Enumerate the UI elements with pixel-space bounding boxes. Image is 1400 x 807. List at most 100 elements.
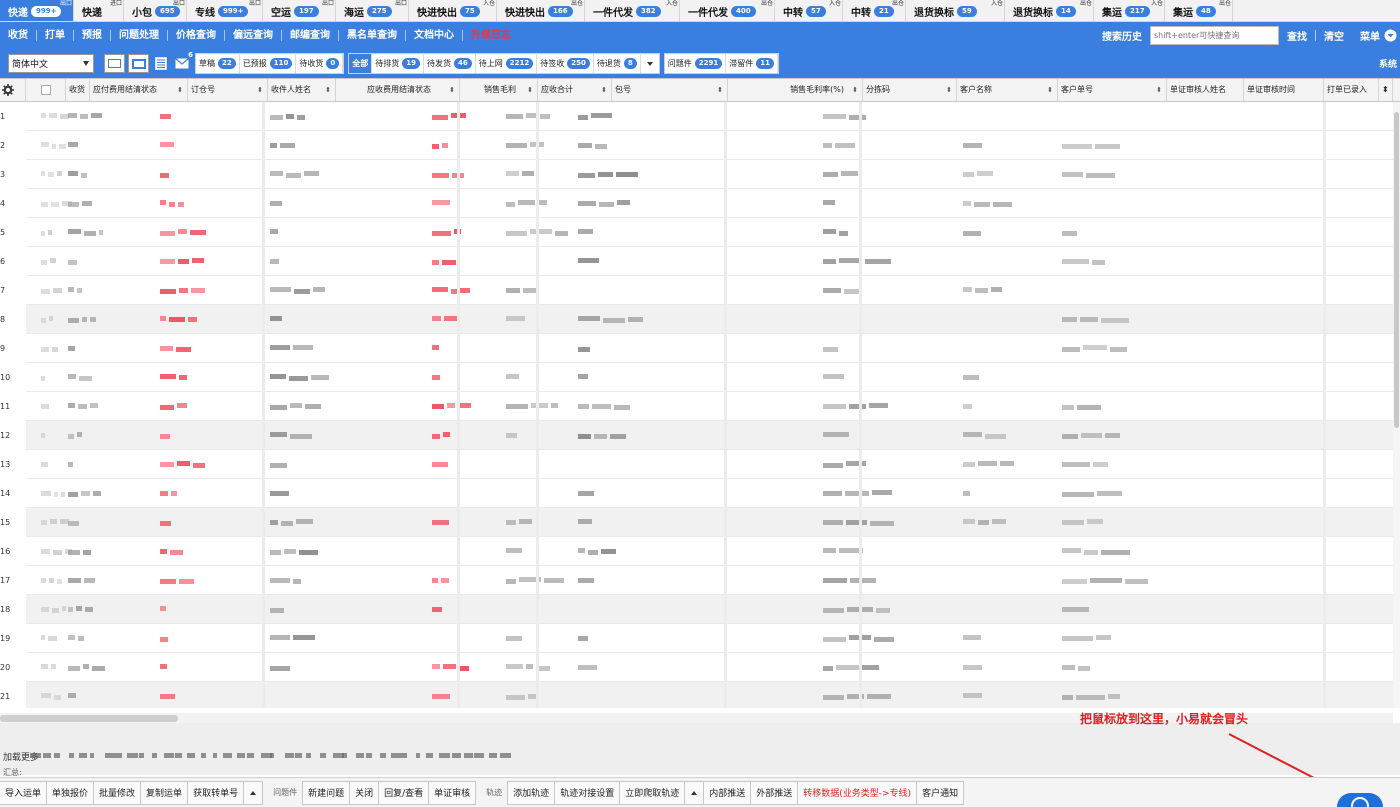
column-header-10[interactable]: 分拣码 ⬍: [863, 79, 957, 101]
column-header-7[interactable]: 应收合计 ⬍: [538, 79, 612, 101]
toolbar-button-group3-1[interactable]: 添加轨迹: [507, 780, 556, 805]
filter-flow_group-6[interactable]: 待退货 8: [594, 54, 641, 73]
table-row[interactable]: 15: [0, 508, 1393, 537]
system-link[interactable]: 系统: [1379, 57, 1397, 70]
table-row[interactable]: 17: [0, 566, 1393, 595]
filter-status_group-1[interactable]: 草稿 22: [196, 54, 240, 73]
column-header-1[interactable]: 收货: [66, 79, 90, 101]
toolbar-button-group1-3[interactable]: 批量修改: [93, 780, 142, 805]
toolbar-button-group1-2[interactable]: 单独报价: [46, 780, 95, 805]
column-header-2[interactable]: 应付费用结清状态 ⬍: [90, 79, 188, 101]
column-header-6[interactable]: 销售毛利 ⬍: [460, 79, 538, 101]
tab-16[interactable]: 集运 48 出仓: [1165, 0, 1233, 21]
table-row[interactable]: 14: [0, 479, 1393, 508]
toolbar-button-group1-1[interactable]: 导入运单: [0, 780, 48, 805]
tab-15[interactable]: 集运 217 入仓: [1094, 0, 1165, 21]
vertical-scrollbar[interactable]: [1393, 102, 1400, 708]
toolbar-more-button[interactable]: [684, 780, 705, 805]
menu-button[interactable]: 菜单: [1360, 28, 1397, 43]
table-row[interactable]: 10: [0, 363, 1393, 392]
search-history-link[interactable]: 搜索历史: [1102, 28, 1142, 43]
toolbar-button-group4-2[interactable]: 外部推送: [750, 780, 799, 805]
toolbar-button-group1-4[interactable]: 复制运单: [140, 780, 189, 805]
table-row[interactable]: 13: [0, 450, 1393, 479]
table-row[interactable]: 4: [0, 189, 1393, 218]
column-header-14[interactable]: 单证审核时间: [1244, 79, 1324, 101]
toolbar-button-group2-2[interactable]: 关闭: [349, 780, 380, 805]
nav-item-1[interactable]: 收货: [0, 30, 37, 41]
list-view-button[interactable]: [152, 54, 170, 73]
table-row[interactable]: 3: [0, 160, 1393, 189]
table-row[interactable]: 9: [0, 334, 1393, 363]
help-assistant-button[interactable]: [1337, 793, 1383, 807]
tab-12[interactable]: 中转 21 出仓: [843, 0, 906, 21]
toolbar-button-group4-1[interactable]: 内部推送: [703, 780, 752, 805]
table-row[interactable]: 18: [0, 595, 1393, 624]
find-button[interactable]: 查找: [1287, 28, 1307, 43]
filter-flow_group-1[interactable]: 全部: [349, 54, 373, 73]
table-row[interactable]: 21: [0, 682, 1393, 708]
language-select[interactable]: 简体中文: [8, 54, 94, 73]
filter-flow_group-4[interactable]: 待上网 2212: [476, 54, 538, 73]
column-header-9[interactable]: 销售毛利率(%) ⬍: [728, 79, 863, 101]
table-row[interactable]: 5: [0, 218, 1393, 247]
column-header-12[interactable]: 客户单号 ⬍: [1058, 79, 1167, 101]
nav-item-10[interactable]: 升级日志: [463, 30, 519, 41]
full-view-button[interactable]: [128, 54, 149, 73]
quick-search-input[interactable]: [1150, 26, 1279, 45]
tab-1[interactable]: 快递 999+ 出口: [0, 0, 74, 21]
toolbar-button-group2-4[interactable]: 单证审核: [428, 780, 477, 805]
tab-7[interactable]: 快进快出 75 入仓: [409, 0, 497, 21]
filter-flow_group-3[interactable]: 待发货 46: [424, 54, 476, 73]
column-header-15[interactable]: 打单已录入: [1324, 79, 1379, 101]
table-row[interactable]: 19: [0, 624, 1393, 653]
table-row[interactable]: 12: [0, 421, 1393, 450]
nav-item-3[interactable]: 预报: [74, 30, 111, 41]
scroll-thumb[interactable]: [1394, 112, 1399, 428]
toolbar-button-group3-2[interactable]: 轨迹对接设置: [554, 780, 621, 805]
nav-item-5[interactable]: 价格查询: [168, 30, 225, 41]
nav-item-6[interactable]: 偏远查询: [225, 30, 282, 41]
toolbar-button-group1-5[interactable]: 获取转单号: [187, 780, 245, 805]
table-row[interactable]: 11: [0, 392, 1393, 421]
table-row[interactable]: 1: [0, 102, 1393, 131]
column-header-3[interactable]: 订仓号 ⬍: [188, 79, 268, 101]
filter-flow_group-2[interactable]: 待排货 19: [372, 54, 424, 73]
table-row[interactable]: 8: [0, 305, 1393, 334]
nav-item-9[interactable]: 文档中心: [406, 30, 463, 41]
toolbar-button-group3-3[interactable]: 立即爬取轨迹: [619, 780, 686, 805]
table-row[interactable]: 6: [0, 247, 1393, 276]
column-pin-button[interactable]: ⬍: [1379, 79, 1393, 101]
filter-issue_group-2[interactable]: 滞留件 11: [726, 54, 778, 73]
mail-button[interactable]: 6: [173, 51, 193, 73]
column-header-11[interactable]: 客户名称 ⬍: [957, 79, 1058, 101]
nav-item-8[interactable]: 黑名单查询: [339, 30, 406, 41]
filter-flow_group-5[interactable]: 待签收 250: [537, 54, 594, 73]
split-view-button[interactable]: [104, 54, 125, 73]
table-row[interactable]: 20: [0, 653, 1393, 682]
tab-11[interactable]: 中转 57 入仓: [775, 0, 843, 21]
tab-2[interactable]: 快递 进口: [74, 0, 124, 21]
select-all-cell[interactable]: [26, 79, 66, 101]
table-row[interactable]: 7: [0, 276, 1393, 305]
filter-status_group-3[interactable]: 待收货 0: [296, 54, 344, 73]
toolbar-button-group2-1[interactable]: 新建问题: [302, 780, 351, 805]
tab-10[interactable]: 一件代发 400 出仓: [680, 0, 775, 21]
tab-14[interactable]: 退货换标 14 出仓: [1005, 0, 1094, 21]
tab-9[interactable]: 一件代发 382 入仓: [585, 0, 680, 21]
tab-4[interactable]: 专线 999+ 出口: [187, 0, 263, 21]
column-header-5[interactable]: 应收费用结清状态 ⬍: [336, 79, 460, 101]
nav-item-7[interactable]: 邮编查询: [282, 30, 339, 41]
filter-status_group-2[interactable]: 已预报 110: [240, 54, 297, 73]
nav-item-4[interactable]: 问题处理: [111, 30, 168, 41]
column-header-4[interactable]: 收件人姓名 ⬍: [268, 79, 336, 101]
tab-3[interactable]: 小包 695 出口: [124, 0, 187, 21]
filter-issue_group-1[interactable]: 问题件 2291: [665, 54, 727, 73]
tab-13[interactable]: 退货换标 59 入仓: [906, 0, 1005, 21]
column-header-8[interactable]: 包号 ⬍: [612, 79, 728, 101]
tab-6[interactable]: 海运 275 出口: [336, 0, 409, 21]
toolbar-button-group4-3[interactable]: 转移数据(业务类型->专线): [797, 780, 918, 805]
tab-8[interactable]: 快进快出 166 出仓: [497, 0, 585, 21]
column-header-13[interactable]: 单证审核人姓名: [1167, 79, 1244, 101]
table-row[interactable]: 16: [0, 537, 1393, 566]
